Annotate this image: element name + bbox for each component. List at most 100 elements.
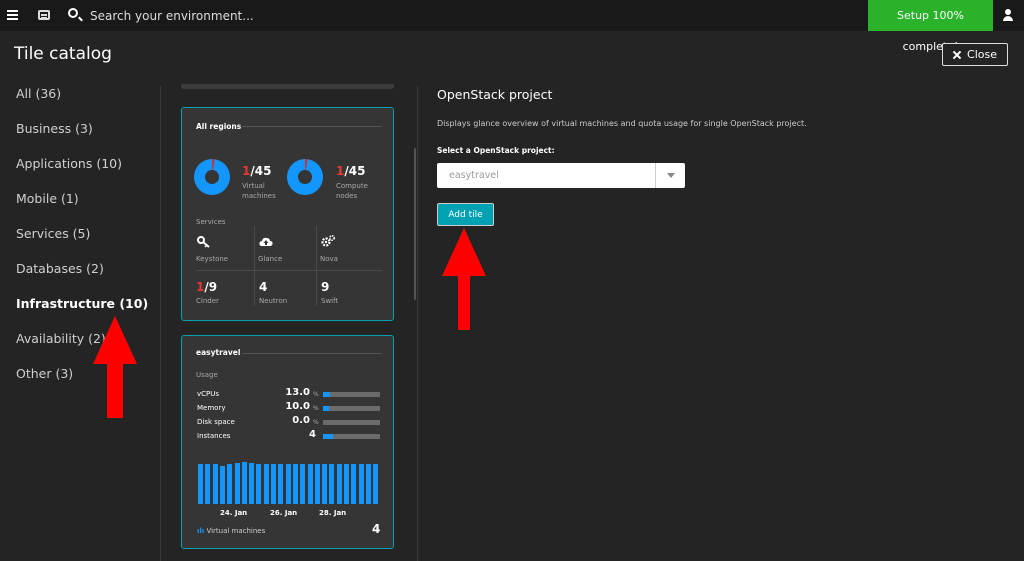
usage-fill-vcpus	[323, 392, 331, 397]
usage-fill-memory	[323, 406, 329, 411]
x-tick-label: 28. Jan	[319, 509, 347, 517]
category-databases[interactable]: Databases (2)	[16, 261, 104, 276]
category-mobile[interactable]: Mobile (1)	[16, 191, 79, 206]
chart-bar	[329, 464, 335, 504]
search-icon[interactable]	[68, 8, 78, 18]
nodes-donut-chart	[287, 159, 323, 195]
service-neutron: Neutron	[259, 297, 288, 305]
footer-label: ılı Virtual machines	[197, 526, 265, 536]
cinder-total: /9	[204, 280, 218, 294]
chart-bar	[263, 464, 269, 504]
menu-icon[interactable]	[7, 10, 18, 20]
usage-bar-vcpus	[323, 392, 380, 397]
grid-divider	[254, 226, 255, 306]
chart-bar	[241, 462, 247, 504]
environment-icon[interactable]	[38, 10, 50, 20]
x-tick-label: 24. Jan	[220, 509, 248, 517]
tile-title: easytravel	[196, 348, 241, 357]
tile-title-rule	[242, 353, 382, 354]
tile-title: All regions	[196, 122, 242, 131]
annotation-arrow-icon	[93, 316, 137, 418]
chart-icon: ılı	[197, 527, 205, 535]
vm-label-line2: machines	[242, 192, 276, 200]
tile-title-rule	[242, 126, 382, 127]
usage-bar-disk	[323, 420, 380, 425]
chart-bar	[322, 464, 328, 504]
chart-bar	[365, 464, 371, 504]
top-bar: Setup 100% complete!	[0, 0, 1024, 53]
usage-label-vcpus: vCPUs	[197, 390, 220, 398]
usage-unit-vcpus: %	[313, 391, 319, 398]
setup-status-button[interactable]: Setup 100% complete!	[868, 0, 993, 53]
vm-label-line1: Virtual	[242, 182, 265, 190]
key-icon	[197, 236, 211, 248]
all-regions-tile[interactable]: All regions 1/45 Virtual machines 1/45 Co…	[181, 107, 394, 321]
sidebar-divider	[160, 86, 161, 561]
chart-bar	[314, 464, 320, 504]
project-tile[interactable]: easytravel Usage vCPUs 13.0 % Memory 10.…	[181, 335, 394, 549]
service-glance: Glance	[258, 255, 283, 263]
usage-label: Usage	[196, 371, 218, 379]
close-icon	[953, 51, 961, 59]
chevron-down-icon[interactable]	[655, 163, 685, 188]
detail-description: Displays glance overview of virtual mach…	[437, 119, 807, 128]
chart-bar	[336, 464, 342, 504]
category-other[interactable]: Other (3)	[16, 366, 73, 381]
usage-unit-disk: %	[313, 419, 319, 426]
tile-preview-partial[interactable]	[181, 84, 394, 89]
chart-bar	[351, 464, 357, 504]
category-business[interactable]: Business (3)	[16, 121, 93, 136]
chart-bar	[227, 464, 233, 504]
search-input[interactable]	[90, 7, 490, 25]
service-swift: Swift	[321, 297, 339, 305]
nodes-label: Compute nodes	[336, 181, 368, 201]
nodes-total: /45	[344, 164, 366, 178]
chart-bar	[271, 464, 276, 504]
usage-fill-instances	[323, 434, 334, 439]
footer-value: 4	[372, 522, 381, 536]
close-button[interactable]: Close	[942, 43, 1008, 66]
tile-list-scrollbar[interactable]	[414, 148, 416, 300]
chart-bar	[234, 463, 240, 504]
neutron-count: 4	[259, 280, 268, 294]
vm-donut-chart	[194, 159, 230, 195]
grid-divider	[316, 226, 317, 306]
gears-icon	[321, 234, 336, 247]
usage-value-vcpus: 13.0	[285, 387, 310, 398]
services-label: Services	[196, 218, 226, 226]
x-tick-label: 26. Jan	[270, 509, 298, 517]
usage-unit-memory: %	[313, 405, 319, 412]
service-nova: Nova	[320, 255, 338, 263]
cloud-upload-icon	[259, 236, 273, 248]
vm-label: Virtual machines	[242, 181, 276, 201]
usage-label-instances: Instances	[197, 432, 231, 440]
chart-bar	[307, 464, 313, 504]
usage-label-disk: Disk space	[197, 418, 235, 426]
usage-bar-memory	[323, 406, 380, 411]
close-label: Close	[967, 48, 997, 61]
project-select[interactable]: easytravel	[437, 163, 685, 188]
annotation-arrow-icon	[442, 228, 486, 330]
chart-bar	[205, 464, 211, 504]
cinder-count: 1/9	[196, 280, 217, 294]
chart-bar	[300, 464, 306, 504]
category-applications[interactable]: Applications (10)	[16, 156, 122, 171]
nodes-label-line2: nodes	[336, 192, 358, 200]
chart-bar	[344, 464, 349, 504]
user-icon[interactable]	[1002, 9, 1014, 21]
usage-label-memory: Memory	[197, 404, 226, 412]
chart-bar	[256, 464, 262, 504]
usage-value-memory: 10.0	[285, 401, 310, 412]
service-keystone: Keystone	[196, 255, 229, 263]
chart-bar	[219, 466, 225, 504]
detail-title: OpenStack project	[437, 87, 553, 102]
category-services[interactable]: Services (5)	[16, 226, 90, 241]
usage-bar-instances	[323, 434, 380, 439]
page-title: Tile catalog	[14, 44, 112, 64]
add-tile-button[interactable]: Add tile	[437, 203, 494, 226]
category-infrastructure[interactable]: Infrastructure (10)	[16, 296, 148, 311]
vm-count: 1/45	[242, 164, 271, 178]
category-all[interactable]: All (36)	[16, 86, 61, 101]
chart-bar	[373, 464, 379, 504]
chart-bar	[212, 464, 218, 504]
